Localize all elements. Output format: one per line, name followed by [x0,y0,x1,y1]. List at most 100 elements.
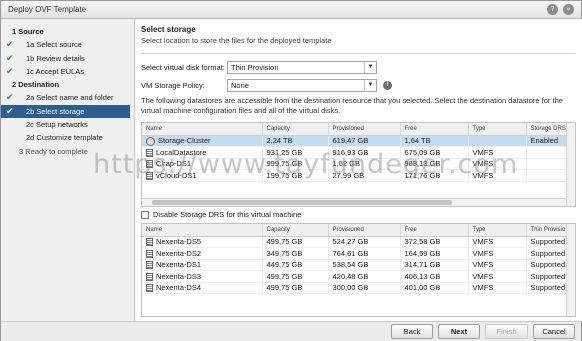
check-icon: ✔ [6,52,14,63]
next-button[interactable]: Next [438,324,480,339]
table-row[interactable]: Nexenta-DS2 349,75 GB 764,61 GB 164,59 GB VM… [142,247,568,260]
table-row[interactable]: Clrap-DS1 999,75 GB 1,62 GB 988,13 GB VMFS [142,158,568,170]
cell-thin: Supported [526,259,568,271]
column-header[interactable]: Free [400,224,469,237]
column-header[interactable]: Thin Provisio [526,224,568,237]
dialog-footer: Back Next Finish Cancel [1,321,581,341]
wizard-step[interactable]: 3 Ready to complete [1,145,134,158]
disable-drs-label: Disable Storage DRS for this virtual mac… [153,210,302,219]
datastore-name-cell: Nexenta-DS5 [142,236,263,248]
column-header[interactable]: Capacity [262,123,329,136]
storage-policy-row: VM Storage Policy: None ▼ i [141,78,575,93]
cell-capacity: 499,75 GB [262,282,329,294]
cell-capacity: 349,75 GB [262,247,329,260]
cell-free: 401,00 GB [400,282,469,294]
horizontal-scrollbar[interactable] [142,198,566,206]
table-row[interactable]: Nexenta-DS4 499,75 GB 300,00 GB 401,00 GB VM… [142,282,568,294]
disable-drs-checkbox[interactable] [141,210,149,219]
wizard-steps: 1 Source ✔ 1a Select source ✔ 1b Review deta… [1,19,135,321]
column-header[interactable]: Provisioned [328,224,401,237]
wizard-step-label: 3 Ready to complete [19,146,88,156]
column-header[interactable]: Type [468,224,527,237]
cell-capacity: 999,75 GB [262,158,329,170]
cell-type [468,135,527,147]
cell-drs [526,146,568,159]
close-icon[interactable]: » [563,4,574,15]
cell-free: 372,58 GB [400,236,469,248]
check-icon: ✔ [6,65,14,76]
wizard-step-label: 1 Source [12,27,44,36]
datastore-name: Nexenta-DS1 [156,260,202,270]
scrollbar-thumb[interactable] [152,200,452,205]
datastore-name-cell: Nexenta-DS4 [142,282,263,294]
help-icon[interactable]: ? [547,4,558,15]
table-row[interactable]: Nexenta-DS3 499,75 GB 420,48 GB 406,13 GB VM… [142,270,568,283]
wizard-step[interactable]: ✔ 1b Review details [1,52,134,65]
cell-drs [526,158,568,170]
finish-button[interactable]: Finish [485,324,528,339]
wizard-step-label: 1a Select source [26,40,82,50]
table-row[interactable]: vCloud-DS1 199,75 GB 27,99 GB 171,76 GB VMFS [142,169,568,182]
datastore-name: Nexenta-DS5 [156,237,202,247]
page-subtitle: Select location to store the files for t… [141,36,332,45]
chevron-down-icon[interactable]: ▼ [364,80,376,91]
cell-provisioned: 420,48 GB [328,270,401,283]
wizard-step[interactable]: ✔ 1c Accept EULAs [1,65,134,78]
wizard-step[interactable]: 2 Destination [1,78,134,91]
table-row[interactable]: Nexenta-DS1 449,75 GB 538,54 GB 314,71 GB VM… [142,259,568,271]
column-header[interactable]: Free [400,123,469,136]
storage-cluster-icon [146,136,155,146]
wizard-step[interactable]: ✔ 1a Select source [1,38,134,51]
cell-thin: Supported [526,236,568,248]
datastore-name: Nexenta-DS4 [156,283,202,293]
cell-thin: Supported [526,270,568,283]
table-row[interactable]: LocalDatastore 931,25 GB 916,93 GB 675,09 G… [142,146,568,159]
check-icon: ✔ [6,105,14,116]
vertical-scrollbar[interactable] [566,224,575,316]
column-header[interactable]: Storage DRS [526,123,568,136]
cancel-button[interactable]: Cancel [533,324,575,339]
info-icon[interactable]: i [383,81,392,90]
datastore-name: Storage-Cluster [158,135,211,145]
divider [141,53,575,54]
cell-free: 675,09 GB [400,146,469,159]
datastore-name-cell: Nexenta-DS1 [142,259,263,271]
table-row[interactable]: Nexenta-DS5 499,75 GB 524,27 GB 372,58 GB VM… [142,236,568,248]
wizard-step-label: 2b Select storage [26,106,85,116]
wizard-step[interactable]: 1 Source [1,25,134,38]
column-header[interactable]: Provisioned [328,123,401,136]
cell-free: 164,59 GB [400,247,469,260]
datastore-icon [146,171,153,180]
table-row[interactable]: Storage-Cluster 2,24 TB 619,47 GB 1,64 TB En… [142,135,568,147]
cell-provisioned: 27,99 GB [328,169,401,182]
column-header[interactable]: Name [142,123,263,136]
cell-capacity: 199,75 GB [262,169,329,182]
cell-type: VMFS [468,146,527,159]
datastore-icon [146,160,153,169]
column-header[interactable]: Type [468,123,527,136]
storage-policy-select[interactable]: None ▼ [227,79,377,92]
column-header[interactable]: Capacity [262,224,329,237]
datastore-name: vCloud-DS1 [156,170,197,180]
cell-capacity: 931,25 GB [262,146,329,159]
disable-drs-row[interactable]: Disable Storage DRS for this virtual mac… [141,210,301,219]
wizard-step[interactable]: ✔ 2b Select storage [1,104,130,119]
wizard-step[interactable]: ✔ 2a Select name and folder [1,91,134,104]
wizard-step-label: 2c Setup networks [26,120,88,130]
storage-policy-label: VM Storage Policy: [141,81,205,90]
chevron-down-icon[interactable]: ▼ [364,62,376,73]
wizard-step[interactable]: 2d Customize template [1,131,134,144]
column-header[interactable]: Name [142,224,263,237]
datastore-name: Clrap-DS1 [156,159,192,169]
wizard-step-label: 2 Destination [12,80,60,90]
vertical-scrollbar[interactable] [566,123,575,206]
cell-type: VMFS [468,236,527,248]
cell-type: VMFS [468,282,527,294]
cell-type: VMFS [468,158,527,170]
wizard-step[interactable]: 2c Setup networks [1,118,134,131]
cell-provisioned: 1,62 GB [328,158,401,170]
disk-format-select[interactable]: Thin Provision ▼ [227,61,377,74]
cell-capacity: 449,75 GB [262,259,329,271]
cluster-datastore-table: Name Capacity Provisioned Free Type Thin Prov… [141,223,576,317]
back-button[interactable]: Back [391,324,433,339]
